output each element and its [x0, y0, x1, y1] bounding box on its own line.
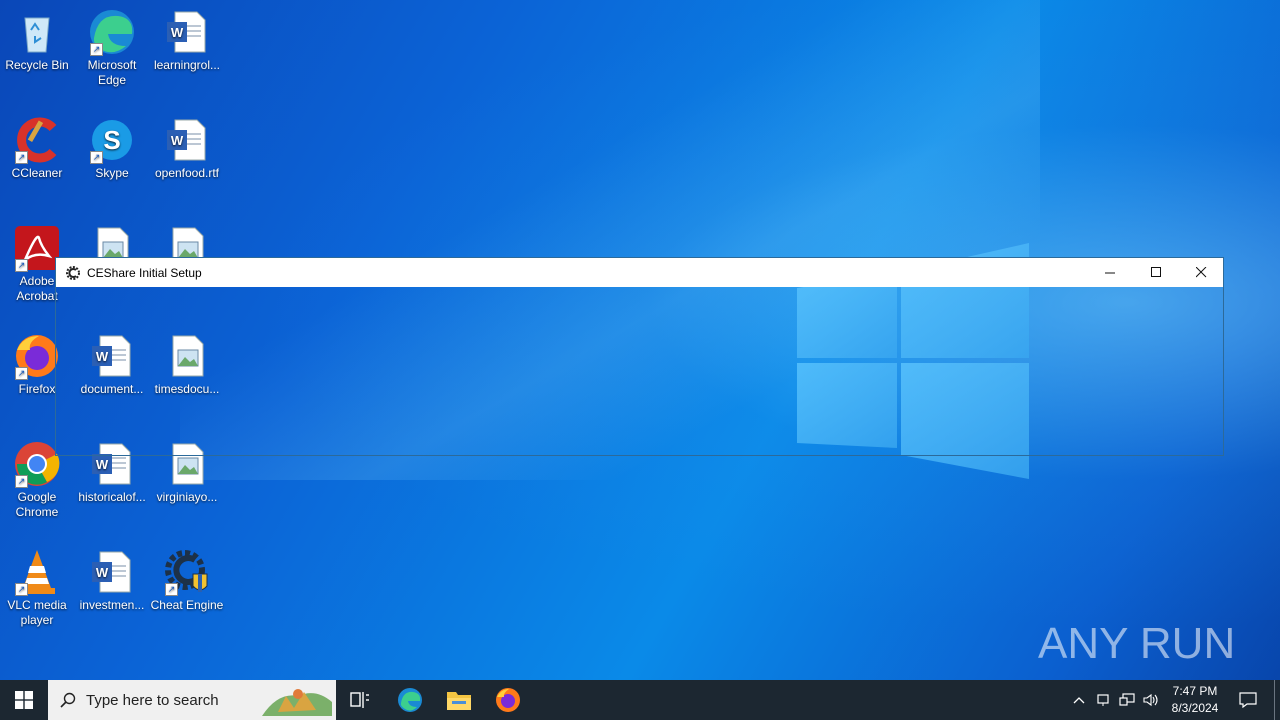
- desktop-icon-label: Recycle Bin: [5, 58, 69, 72]
- shortcut-arrow-icon: ↗: [90, 43, 103, 56]
- chevron-up-icon: [1073, 697, 1085, 704]
- window-title-bar[interactable]: CEShare Initial Setup: [56, 258, 1223, 287]
- watermark-text: ANY RUN: [1038, 619, 1234, 668]
- file-explorer-icon: [447, 692, 471, 710]
- desktop-icon-label: investmen...: [79, 598, 145, 612]
- vlc-icon: ↗: [13, 548, 61, 596]
- search-icon: [60, 692, 76, 708]
- desktop-icon-label: Skype: [95, 166, 129, 180]
- skype-icon: S ↗: [88, 116, 136, 164]
- desktop-icon-label: learningrol...: [153, 58, 221, 72]
- desktop-icon[interactable]: S ↗ Skype: [74, 116, 150, 181]
- word-doc-icon: W: [88, 548, 136, 596]
- network-icon: [1119, 693, 1135, 706]
- desktop-icon[interactable]: ↗ CCleaner: [0, 116, 75, 181]
- maximize-icon: [1150, 267, 1161, 277]
- taskbar-edge[interactable]: [386, 680, 434, 720]
- taskbar-search-box[interactable]: Type here to search: [48, 680, 336, 720]
- shortcut-arrow-icon: ↗: [90, 151, 103, 164]
- search-placeholder: Type here to search: [86, 691, 219, 709]
- cheat-engine-icon: [66, 265, 80, 280]
- notification-icon: [1239, 692, 1257, 708]
- desktop-icon-label: openfood.rtf: [154, 166, 220, 180]
- svg-text:S: S: [103, 125, 120, 155]
- action-center-button[interactable]: [1232, 680, 1264, 720]
- task-view-icon: [350, 692, 369, 708]
- close-button[interactable]: [1178, 258, 1224, 287]
- clock-date: 8/3/2024: [1171, 701, 1219, 715]
- tray-volume[interactable]: [1140, 680, 1162, 720]
- svg-text:W: W: [96, 565, 109, 580]
- start-button[interactable]: [0, 680, 48, 720]
- clock-time: 7:47 PM: [1172, 684, 1218, 698]
- shortcut-arrow-icon: ↗: [15, 259, 28, 272]
- word-doc-icon: W: [163, 116, 211, 164]
- word-doc-icon: W: [163, 8, 211, 56]
- desktop-icon[interactable]: Winvestmen...: [74, 548, 150, 613]
- desktop-icon[interactable]: ↗ VLC media player: [0, 548, 75, 628]
- windows-start-icon: [15, 691, 33, 709]
- svg-text:W: W: [96, 457, 109, 472]
- taskbar-file-explorer[interactable]: [435, 680, 483, 720]
- tray-network-1[interactable]: [1092, 680, 1114, 720]
- cheat-engine-icon: ↗: [163, 548, 211, 596]
- edge-icon: [398, 688, 422, 712]
- window-title: CEShare Initial Setup: [87, 265, 202, 280]
- tray-network-2[interactable]: [1116, 680, 1138, 720]
- shortcut-arrow-icon: ↗: [165, 583, 178, 596]
- taskbar-firefox[interactable]: [484, 680, 532, 720]
- minimize-button[interactable]: [1087, 258, 1133, 287]
- show-desktop-divider[interactable]: [1274, 680, 1275, 720]
- desktop-icon[interactable]: Wlearningrol...: [149, 8, 225, 73]
- search-highlight-icon: [258, 682, 336, 718]
- desktop-icon-label: Microsoft Edge: [87, 58, 137, 87]
- ccleaner-icon: ↗: [13, 116, 61, 164]
- shortcut-arrow-icon: ↗: [15, 583, 28, 596]
- acrobat-icon: ↗: [13, 224, 61, 272]
- taskbar-clock[interactable]: 7:47 PM 8/3/2024: [1163, 680, 1227, 720]
- close-icon: [1195, 267, 1206, 278]
- network-icon: [1097, 694, 1109, 706]
- shortcut-arrow-icon: ↗: [15, 367, 28, 380]
- desktop-icon[interactable]: ↗ Microsoft Edge: [74, 8, 150, 88]
- desktop-icon[interactable]: ↗ Cheat Engine: [149, 548, 225, 613]
- shortcut-arrow-icon: ↗: [15, 151, 28, 164]
- desktop-icon[interactable]: Recycle Bin: [0, 8, 75, 73]
- svg-text:W: W: [171, 25, 184, 40]
- edge-icon: ↗: [88, 8, 136, 56]
- chrome-icon: ↗: [13, 440, 61, 488]
- desktop-icon-label: Google Chrome: [15, 490, 59, 519]
- anyrun-watermark: ANY RUN: [1038, 619, 1234, 668]
- window-body: [56, 287, 1223, 455]
- maximize-button[interactable]: [1133, 258, 1179, 287]
- firefox-icon: [496, 688, 520, 712]
- desktop-icon-label: historicalof...: [78, 490, 146, 504]
- taskbar: Type here to search 7:47 PM 8/3/2024: [0, 680, 1280, 720]
- svg-text:W: W: [171, 133, 184, 148]
- desktop-icon[interactable]: Wopenfood.rtf: [149, 116, 225, 181]
- volume-icon: [1143, 693, 1158, 707]
- desktop-icon-label: VLC media player: [7, 598, 67, 627]
- firefox-icon: ↗: [13, 332, 61, 380]
- desktop-icon-label: virginiayo...: [156, 490, 218, 504]
- tray-show-hidden[interactable]: [1068, 680, 1090, 720]
- desktop-icon-label: Cheat Engine: [150, 598, 224, 612]
- minimize-icon: [1104, 272, 1115, 274]
- ceshare-setup-window[interactable]: CEShare Initial Setup: [55, 257, 1224, 456]
- task-view-button[interactable]: [336, 680, 384, 720]
- recycle-bin-icon: [13, 8, 61, 56]
- shortcut-arrow-icon: ↗: [15, 475, 28, 488]
- desktop-icon-label: CCleaner: [11, 166, 63, 180]
